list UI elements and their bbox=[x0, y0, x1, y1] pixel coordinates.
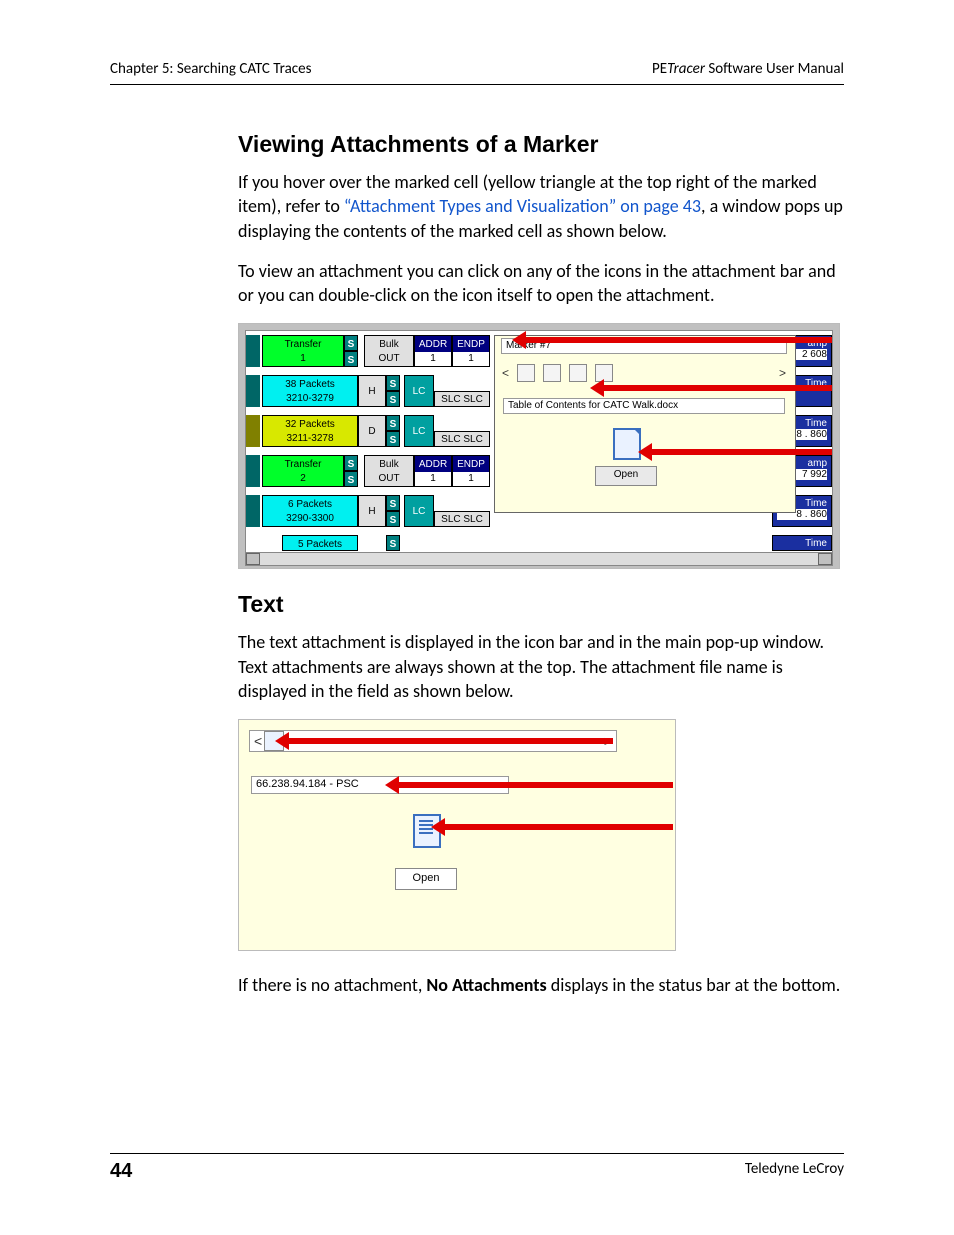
running-header: Chapter 5: Searching CATC Traces PETrace… bbox=[110, 60, 844, 85]
cell-lc: LC bbox=[404, 495, 434, 527]
cell-transfer: Transfer 2 bbox=[262, 455, 344, 487]
open-button[interactable]: Open bbox=[595, 466, 657, 486]
row-handle bbox=[246, 415, 260, 447]
popup-toolbar: < > bbox=[498, 362, 790, 384]
para-hover-marker: If you hover over the marked cell (yello… bbox=[238, 170, 844, 243]
figure-marker-popup: Transfer 1 S S Bulk OUT ADDR 1 bbox=[238, 323, 844, 569]
heading-text: Text bbox=[238, 591, 844, 618]
annotation-arrow bbox=[445, 824, 673, 830]
popup-filename-field: Table of Contents for CATC Walk.docx bbox=[503, 398, 785, 414]
s-badge: S bbox=[386, 415, 400, 431]
cell-endp: ENDP 1 bbox=[452, 335, 490, 367]
cell-transfer: Transfer 1 bbox=[262, 335, 344, 367]
cell-endp: ENDP 1 bbox=[452, 455, 490, 487]
s-badge: S bbox=[386, 535, 400, 551]
cell-bulk: Bulk OUT bbox=[364, 335, 414, 367]
cell-dir: D bbox=[358, 415, 386, 447]
page-footer: 44 Teledyne LeCroy bbox=[110, 1153, 844, 1183]
para-view-attachment: To view an attachment you can click on a… bbox=[238, 259, 844, 308]
cell-packets: 5 Packets bbox=[282, 535, 358, 551]
s-badge: S bbox=[344, 335, 358, 351]
s-badge: S bbox=[386, 511, 400, 527]
cell-slc: SLC SLC bbox=[434, 511, 490, 527]
footer-company: Teledyne LeCroy bbox=[745, 1160, 844, 1183]
para-text-attachment: The text attachment is displayed in the … bbox=[238, 630, 844, 703]
annotation-arrow bbox=[652, 449, 833, 455]
running-header-left: Chapter 5: Searching CATC Traces bbox=[110, 60, 311, 78]
right-cell: Time bbox=[772, 535, 832, 551]
s-badge: S bbox=[386, 391, 400, 407]
row-handle bbox=[246, 375, 260, 407]
s-badge: S bbox=[344, 455, 358, 471]
file-doc-icon[interactable] bbox=[613, 428, 641, 460]
attachment-icon[interactable] bbox=[543, 364, 561, 382]
cell-packets: 38 Packets 3210-3279 bbox=[262, 375, 358, 407]
attachment-icon[interactable] bbox=[517, 364, 535, 382]
s-badge: S bbox=[386, 375, 400, 391]
annotation-arrow bbox=[526, 337, 833, 343]
cell-addr: ADDR 1 bbox=[414, 335, 452, 367]
scroll-left-icon[interactable]: < bbox=[502, 366, 509, 380]
cell-dir: H bbox=[358, 495, 386, 527]
link-attachment-types[interactable]: “Attachment Types and Visualization” on … bbox=[344, 195, 701, 217]
row-handle bbox=[246, 455, 260, 487]
marker-popup: Marker #7 < > Table of Contents for CATC… bbox=[494, 335, 796, 513]
annotation-arrow bbox=[604, 385, 833, 391]
annotation-arrow bbox=[399, 782, 673, 788]
scroll-left-icon[interactable]: < bbox=[252, 733, 264, 749]
annotation-arrow bbox=[289, 738, 613, 744]
s-badge: S bbox=[344, 351, 358, 367]
row-handle bbox=[246, 495, 260, 527]
cell-lc: LC bbox=[404, 415, 434, 447]
heading-viewing-attachments: Viewing Attachments of a Marker bbox=[238, 131, 844, 158]
cell-packets: 6 Packets 3290-3300 bbox=[262, 495, 358, 527]
horizontal-scrollbar[interactable] bbox=[245, 552, 833, 566]
no-attachments-label: No Attachments bbox=[426, 974, 546, 996]
running-header-right: PETracer Software User Manual bbox=[652, 60, 844, 78]
cell-bulk: Bulk OUT bbox=[364, 455, 414, 487]
cell-lc: LC bbox=[404, 375, 434, 407]
cell-slc: SLC SLC bbox=[434, 431, 490, 447]
cell-slc: SLC SLC bbox=[434, 391, 490, 407]
para-no-attachments: If there is no attachment, No Attachment… bbox=[238, 973, 844, 997]
row-handle bbox=[246, 335, 260, 367]
cell-addr: ADDR 1 bbox=[414, 455, 452, 487]
page-number: 44 bbox=[110, 1160, 132, 1183]
attachment-icon[interactable] bbox=[569, 364, 587, 382]
s-badge: S bbox=[386, 495, 400, 511]
open-button[interactable]: Open bbox=[395, 868, 457, 890]
cell-dir: H bbox=[358, 375, 386, 407]
scroll-right-icon[interactable]: > bbox=[779, 366, 786, 380]
figure-text-attachment: < > 66.238.94.184 - PSC Open bbox=[238, 719, 844, 951]
cell-packets: 32 Packets 3211-3278 bbox=[262, 415, 358, 447]
s-badge: S bbox=[386, 431, 400, 447]
s-badge: S bbox=[344, 471, 358, 487]
